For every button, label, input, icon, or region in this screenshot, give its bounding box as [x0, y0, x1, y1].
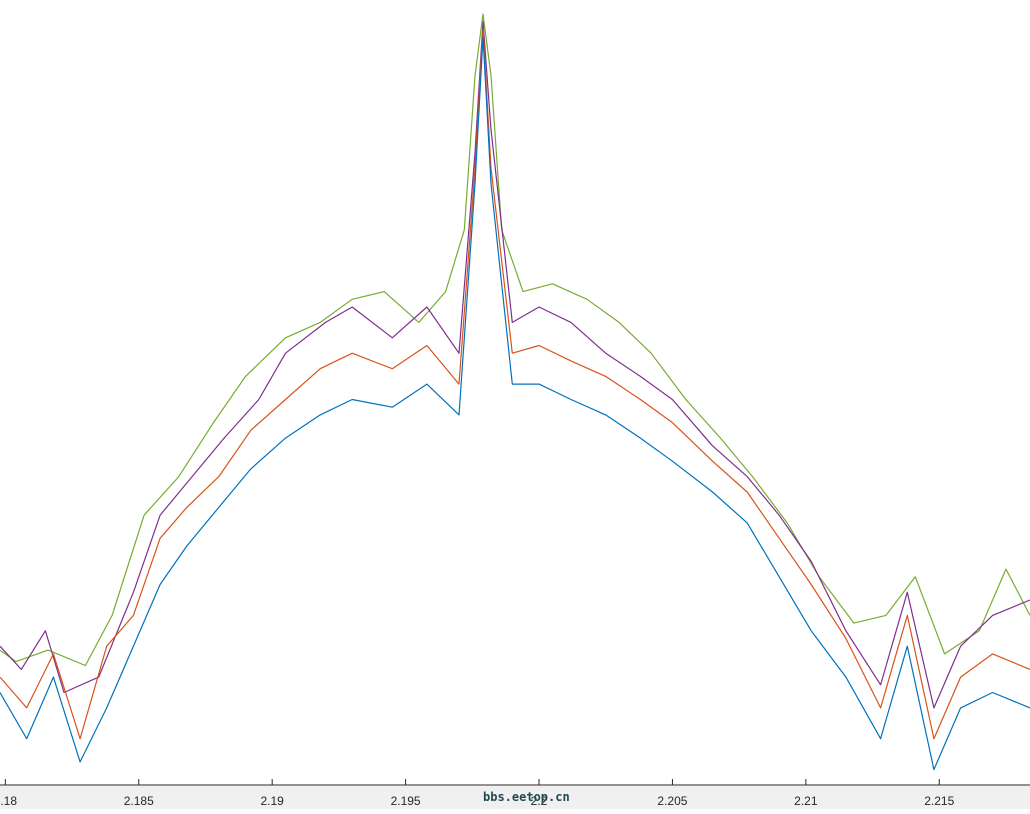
x-tick-label-6: 2.205 [657, 794, 687, 808]
x-tick-label-2: 2.185 [124, 794, 154, 808]
x-tick-label-8: 2.215 [924, 794, 954, 808]
x-tick-label-1: 2.18 [0, 794, 17, 808]
watermark: bbs.eetop.cn [483, 790, 570, 804]
spectrum-plot: 2.182.1852.192.1952.22.2052.212.215 [0, 0, 1030, 809]
x-tick-label-4: 2.195 [391, 794, 421, 808]
chart-area: 2.182.1852.192.1952.22.2052.212.215 bbs.… [0, 0, 1030, 809]
x-tick-label-3: 2.19 [260, 794, 284, 808]
plot-background [0, 0, 1030, 785]
x-tick-label-7: 2.21 [794, 794, 818, 808]
